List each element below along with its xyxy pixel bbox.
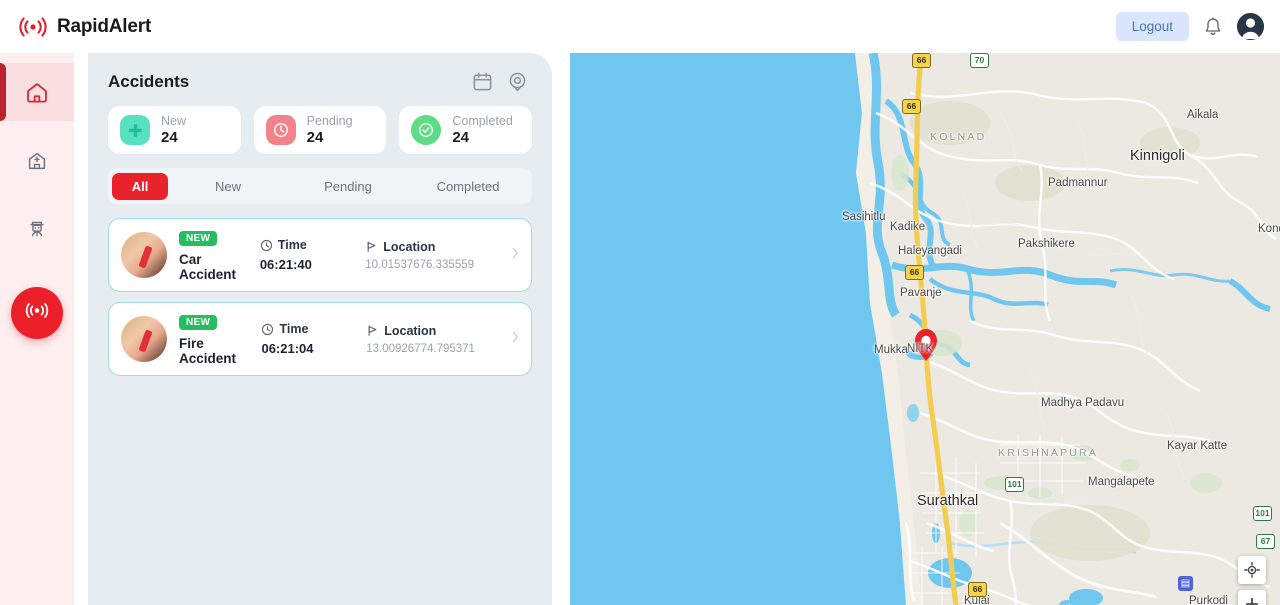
location-field-header: Location xyxy=(365,240,502,254)
stat-value: 24 xyxy=(306,128,324,146)
accident-summary: NEW Car Accident xyxy=(179,228,260,282)
stat-cards: New 24 Pending 24 Completed 24 xyxy=(88,92,552,154)
page-title: Accidents xyxy=(108,71,190,91)
accident-title: Fire Accident xyxy=(179,336,237,366)
highway-shield: 66 xyxy=(968,582,987,597)
location-field-header: Location xyxy=(366,324,502,338)
list-item[interactable]: NEW Fire Accident Time 06:21:04 Location… xyxy=(108,302,532,376)
tab-completed[interactable]: Completed xyxy=(408,173,528,200)
header-actions: Logout xyxy=(1115,12,1264,41)
tab-new[interactable]: New xyxy=(168,173,288,200)
tab-pending[interactable]: Pending xyxy=(288,173,408,200)
accident-marker[interactable] xyxy=(913,328,939,362)
stat-card-completed[interactable]: Completed 24 xyxy=(399,106,533,154)
stat-label: Completed xyxy=(452,113,513,128)
time-value: 06:21:40 xyxy=(259,257,312,272)
left-sidebar xyxy=(0,53,74,605)
chevron-right-icon[interactable] xyxy=(512,330,519,348)
accident-summary: NEW Fire Accident xyxy=(179,312,261,366)
medical-cross-icon xyxy=(120,115,150,145)
time-field-header: Time xyxy=(260,238,365,252)
chevron-right-icon[interactable] xyxy=(512,246,519,264)
brand-logo: RapidAlert xyxy=(18,15,151,39)
time-field: Time 06:21:40 xyxy=(260,238,365,272)
hospital-icon xyxy=(25,149,49,172)
sidebar-item-home[interactable] xyxy=(0,63,74,121)
stat-value: 24 xyxy=(452,128,470,146)
time-label: Time xyxy=(279,322,309,336)
time-field-header: Time xyxy=(261,322,366,336)
logout-button[interactable]: Logout xyxy=(1115,12,1189,41)
zoom-in-button[interactable] xyxy=(1238,590,1266,605)
status-badge: NEW xyxy=(179,231,218,246)
broadcast-icon xyxy=(23,300,51,326)
stat-card-new[interactable]: New 24 xyxy=(108,106,241,154)
location-label: Location xyxy=(384,323,437,338)
sidebar-item-police[interactable] xyxy=(0,199,74,257)
list-item[interactable]: NEW Car Accident Time 06:21:40 Location … xyxy=(108,218,532,292)
route-shield: 67 xyxy=(1256,534,1275,549)
accident-thumbnail xyxy=(121,232,167,278)
home-icon xyxy=(24,80,50,104)
stat-card-pending[interactable]: Pending 24 xyxy=(253,106,387,154)
panel-header: Accidents xyxy=(88,53,552,92)
panel-header-actions xyxy=(472,71,528,92)
avatar[interactable] xyxy=(1237,13,1264,40)
train-station-icon: ▤ xyxy=(1178,576,1193,591)
route-shield: 101 xyxy=(1005,477,1024,492)
accidents-panel: Accidents New 24 Pending 24 Completed 24… xyxy=(88,53,552,605)
time-field: Time 06:21:04 xyxy=(261,322,366,356)
time-value: 06:21:04 xyxy=(261,341,314,356)
accident-thumbnail xyxy=(121,316,167,362)
tab-all[interactable]: All xyxy=(112,172,168,200)
route-shield: 101 xyxy=(1253,506,1272,521)
stat-value: 24 xyxy=(161,128,178,146)
accident-list: NEW Car Accident Time 06:21:40 Location … xyxy=(88,204,552,376)
app-header: RapidAlert Logout xyxy=(0,0,1280,53)
police-officer-icon xyxy=(25,217,49,240)
emergency-alert-button[interactable] xyxy=(11,287,63,339)
sidebar-item-hospital[interactable] xyxy=(0,131,74,189)
location-field: Location 13.00926774.795371 xyxy=(366,324,502,355)
location-value: 13.00926774.795371 xyxy=(366,342,475,355)
calendar-icon[interactable] xyxy=(472,71,493,92)
clock-icon xyxy=(265,115,296,145)
clock-icon xyxy=(260,239,273,252)
time-label: Time xyxy=(277,238,307,252)
location-label: Location xyxy=(383,239,436,254)
check-circle-icon xyxy=(411,115,442,145)
accident-title: Car Accident xyxy=(179,252,237,282)
locate-me-button[interactable] xyxy=(1238,556,1266,584)
route-shield: 70 xyxy=(970,53,989,68)
status-filter-tabs: All New Pending Completed xyxy=(108,168,532,204)
highway-shield: 66 xyxy=(902,99,921,114)
status-badge: NEW xyxy=(179,315,218,330)
location-field: Location 10.01537676.335559 xyxy=(365,240,502,271)
flag-icon xyxy=(365,240,378,253)
clock-icon xyxy=(261,323,274,336)
stat-label: New xyxy=(161,113,187,128)
highway-shield: 66 xyxy=(905,265,924,280)
brand-name: RapidAlert xyxy=(57,15,152,37)
flag-icon xyxy=(366,324,379,337)
location-pin-icon[interactable] xyxy=(507,71,528,92)
map-view[interactable]: NITK Aikala Kinnigoli Padmannur KOLNAD S… xyxy=(570,53,1280,605)
notification-bell-icon[interactable] xyxy=(1203,16,1223,38)
stat-label: Pending xyxy=(306,113,353,128)
broadcast-icon xyxy=(18,15,48,39)
location-value: 10.01537676.335559 xyxy=(365,258,475,271)
highway-shield: 66 xyxy=(912,53,931,68)
